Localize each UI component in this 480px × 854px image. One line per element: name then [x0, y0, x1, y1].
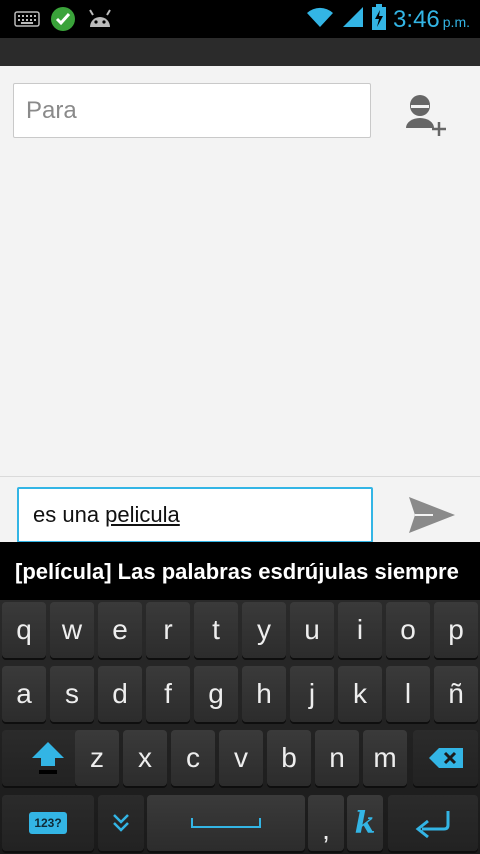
action-bar — [0, 38, 480, 66]
backspace-icon — [428, 748, 463, 768]
status-clock: 3:46 — [393, 5, 440, 33]
key-k[interactable]: k — [338, 666, 382, 722]
key-q[interactable]: q — [2, 602, 46, 658]
key-r[interactable]: r — [146, 602, 190, 658]
keyboard-icon — [14, 10, 40, 33]
key-l[interactable]: l — [386, 666, 430, 722]
status-bar: 3:46 p.m. — [0, 0, 480, 38]
key-label: z — [90, 742, 104, 773]
key-label: x — [138, 742, 152, 773]
key-label: f — [164, 678, 172, 709]
recipient-field[interactable] — [13, 83, 371, 138]
signal-icon — [341, 5, 365, 34]
key-j[interactable]: j — [290, 666, 334, 722]
key-o[interactable]: o — [386, 602, 430, 658]
key-label: h — [256, 678, 272, 709]
key-t[interactable]: t — [194, 602, 238, 658]
keyboard-keys: 123? , k q w e r t y u i o p a s d f g h… — [0, 600, 480, 854]
enter-arrow-icon — [415, 811, 450, 839]
key-label: s — [65, 678, 79, 709]
message-text: es una — [33, 502, 106, 527]
message-input[interactable]: es una pelicula — [17, 487, 373, 543]
key-m[interactable]: m — [363, 730, 407, 786]
key-d[interactable]: d — [98, 666, 142, 722]
key-c[interactable]: c — [171, 730, 215, 786]
key-label: a — [16, 678, 32, 709]
key-label: v — [234, 742, 248, 773]
battery-charging-icon — [371, 4, 387, 35]
hide-keyboard-key[interactable] — [98, 795, 144, 851]
check-circle-icon — [50, 6, 76, 37]
key-label: t — [212, 614, 220, 645]
key-label: w — [61, 614, 83, 645]
key-p[interactable]: p — [434, 602, 478, 658]
key-label: n — [329, 742, 345, 773]
key-n[interactable]: n — [315, 730, 359, 786]
key-label: u — [304, 614, 320, 645]
key-s[interactable]: s — [50, 666, 94, 722]
symbols-key-label: 123? — [29, 812, 67, 834]
key-label: r — [163, 614, 173, 645]
add-person-icon — [406, 95, 446, 136]
key-label: ñ — [448, 678, 464, 709]
key-b[interactable]: b — [267, 730, 311, 786]
comma-key-label: , — [322, 814, 330, 845]
key-label: j — [308, 678, 316, 709]
key-label: c — [186, 742, 200, 773]
android-icon — [86, 7, 114, 36]
key-a[interactable]: a — [2, 666, 46, 722]
keyboard: [película] Las palabras esdrújulas siemp… — [0, 542, 480, 854]
key-z[interactable]: z — [75, 730, 119, 786]
key-ñ[interactable]: ñ — [434, 666, 478, 722]
k-key-label: k — [354, 805, 376, 841]
space-key[interactable] — [147, 795, 305, 851]
key-w[interactable]: w — [50, 602, 94, 658]
key-label: b — [281, 742, 297, 773]
double-chevron-down-icon — [113, 814, 129, 832]
status-clock-ampm: p.m. — [442, 13, 470, 30]
wifi-icon — [305, 5, 335, 34]
suggestion-strip[interactable]: [película] Las palabras esdrújulas siemp… — [0, 542, 480, 600]
key-label: g — [208, 678, 224, 709]
symbols-key[interactable]: 123? — [2, 795, 94, 851]
screen: 3:46p.m. es una pelicula — [0, 0, 480, 854]
k-key[interactable]: k — [347, 795, 383, 851]
compose-area — [0, 66, 480, 476]
comma-key[interactable]: , — [308, 795, 344, 851]
message-row: es una pelicula — [0, 476, 480, 543]
message-composing-word: pelicula — [105, 502, 180, 527]
key-h[interactable]: h — [242, 666, 286, 722]
key-label: l — [404, 678, 412, 709]
key-label: m — [373, 742, 397, 773]
space-bar-icon — [191, 818, 261, 828]
key-f[interactable]: f — [146, 666, 190, 722]
key-label: q — [16, 614, 32, 645]
send-button[interactable] — [405, 491, 459, 539]
key-label: p — [448, 614, 464, 645]
key-u[interactable]: u — [290, 602, 334, 658]
key-label: i — [356, 614, 364, 645]
enter-key[interactable] — [388, 795, 478, 851]
key-v[interactable]: v — [219, 730, 263, 786]
key-e[interactable]: e — [98, 602, 142, 658]
key-i[interactable]: i — [338, 602, 382, 658]
key-label: e — [112, 614, 128, 645]
key-y[interactable]: y — [242, 602, 286, 658]
recipient-input[interactable] — [26, 96, 358, 125]
send-icon — [409, 497, 455, 533]
key-label: d — [112, 678, 128, 709]
backspace-key[interactable] — [413, 730, 478, 786]
key-label: o — [400, 614, 416, 645]
shift-arrow-icon — [32, 742, 64, 774]
key-x[interactable]: x — [123, 730, 167, 786]
key-label: k — [353, 678, 367, 709]
key-g[interactable]: g — [194, 666, 238, 722]
key-label: y — [257, 614, 271, 645]
add-contact-button[interactable] — [402, 94, 450, 142]
